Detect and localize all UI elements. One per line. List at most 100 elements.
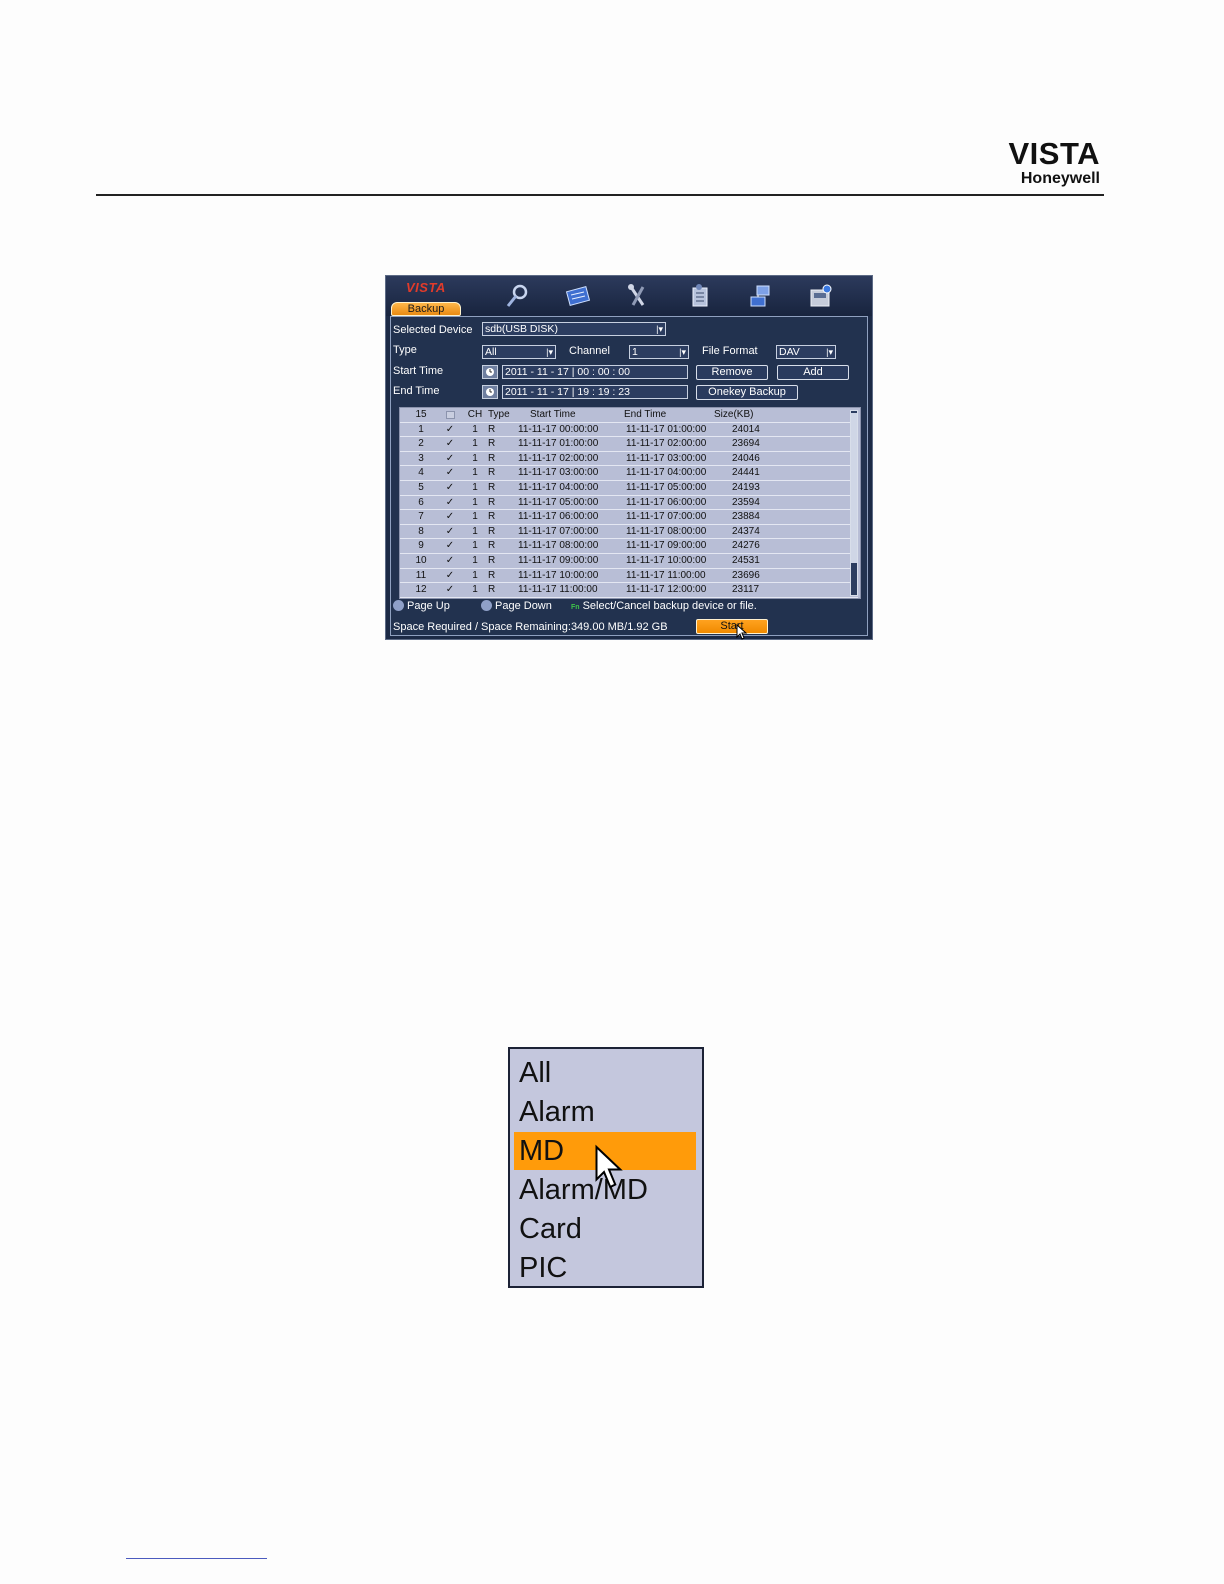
remove-button[interactable]: Remove xyxy=(696,365,768,380)
type-dropdown-list: All Alarm MD Alarm/MD Card PIC xyxy=(508,1047,704,1288)
clock-icon[interactable] xyxy=(482,365,498,379)
row-channel: 1 xyxy=(472,511,478,523)
row-number: 2 xyxy=(418,438,424,450)
file-format-value: DAV xyxy=(779,346,800,358)
table-row[interactable]: 8 ✓ 1 R 11-11-17 07:00:00 11-11-17 08:00:00 24… xyxy=(400,525,858,540)
clock-icon[interactable] xyxy=(482,385,498,399)
end-time-value: 2011 - 11 - 17 | 19 : 19 : 23 xyxy=(505,386,630,398)
page-down-icon xyxy=(481,600,492,611)
row-checkbox[interactable]: ✓ xyxy=(444,496,456,510)
table-row[interactable]: 6 ✓ 1 R 11-11-17 05:00:00 11-11-17 06:00:00 23… xyxy=(400,496,858,511)
dropdown-option[interactable]: MD xyxy=(514,1132,696,1170)
end-time-input[interactable]: 2011 - 11 - 17 | 19 : 19 : 23 xyxy=(502,385,688,399)
row-type: R xyxy=(488,555,496,566)
file-format-select[interactable]: DAV |▾ xyxy=(776,345,836,359)
table-row[interactable]: 12 ✓ 1 R 11-11-17 11:00:00 11-11-17 12:00:00 2… xyxy=(400,583,858,598)
table-row[interactable]: 2 ✓ 1 R 11-11-17 01:00:00 11-11-17 02:00:00 23… xyxy=(400,437,858,452)
onekey-backup-button[interactable]: Onekey Backup xyxy=(696,385,798,400)
backup-panel: Selected Device sdb(USB DISK) |▾ Type Al… xyxy=(390,316,868,640)
table-row[interactable]: 7 ✓ 1 R 11-11-17 06:00:00 11-11-17 07:00:00 23… xyxy=(400,510,858,525)
scroll-thumb[interactable] xyxy=(851,413,857,563)
channel-select[interactable]: 1 |▾ xyxy=(629,345,689,359)
row-checkbox[interactable]: ✓ xyxy=(444,437,456,451)
row-checkbox[interactable]: ✓ xyxy=(444,583,456,597)
row-checkbox[interactable]: ✓ xyxy=(444,554,456,568)
table-row[interactable]: 9 ✓ 1 R 11-11-17 08:00:00 11-11-17 09:00:00 24… xyxy=(400,539,858,554)
row-size: 24441 xyxy=(732,467,760,479)
page-up-hint[interactable]: Page Up xyxy=(393,600,450,612)
table-row[interactable]: 1 ✓ 1 R 11-11-17 00:00:00 11-11-17 01:00:00 24… xyxy=(400,423,858,438)
row-channel: 1 xyxy=(472,423,478,435)
space-status: Space Required / Space Remaining:349.00 … xyxy=(393,621,668,633)
row-type: R xyxy=(488,511,496,523)
row-checkbox[interactable]: ✓ xyxy=(444,481,456,495)
row-type: R xyxy=(488,423,496,435)
settings-icon[interactable] xyxy=(686,282,714,310)
row-channel: 1 xyxy=(472,438,478,450)
row-checkbox[interactable]: ✓ xyxy=(444,510,456,524)
table-row[interactable]: 3 ✓ 1 R 11-11-17 02:00:00 11-11-17 03:00:00 24… xyxy=(400,452,858,467)
row-checkbox[interactable]: ✓ xyxy=(444,539,456,553)
row-checkbox[interactable]: ✓ xyxy=(444,466,456,480)
row-number: 3 xyxy=(418,452,424,464)
table-row[interactable]: 10 ✓ 1 R 11-11-17 09:00:00 11-11-17 10:00:00 2… xyxy=(400,554,858,569)
dropdown-option[interactable]: PIC xyxy=(514,1249,696,1287)
backup-icon[interactable] xyxy=(806,282,834,310)
dropdown-option[interactable]: Alarm/MD xyxy=(514,1171,696,1209)
row-checkbox[interactable]: ✓ xyxy=(444,569,456,583)
type-header: Type xyxy=(488,409,510,420)
row-start-time: 11-11-17 02:00:00 xyxy=(518,452,599,464)
tab-backup[interactable]: Backup xyxy=(391,302,461,316)
file-format-label: File Format xyxy=(702,345,758,357)
row-number: 11 xyxy=(415,569,427,581)
search-icon[interactable] xyxy=(504,282,532,310)
page-up-icon xyxy=(393,600,404,611)
row-end-time: 11-11-17 03:00:00 xyxy=(626,452,707,464)
start-time-header: Start Time xyxy=(530,409,576,420)
selected-device-select[interactable]: sdb(USB DISK) |▾ xyxy=(482,322,666,336)
tools-icon[interactable] xyxy=(624,282,652,310)
dropdown-option[interactable]: All xyxy=(514,1054,696,1092)
row-end-time: 11-11-17 12:00:00 xyxy=(626,584,707,596)
row-size: 24531 xyxy=(732,555,760,566)
file-table: 15 CH Type Start Time End Time Size(KB) … xyxy=(399,407,861,599)
row-type: R xyxy=(488,569,496,581)
select-all-checkbox[interactable] xyxy=(446,411,455,419)
header-rule xyxy=(96,194,1104,196)
row-end-time: 11-11-17 06:00:00 xyxy=(626,496,707,508)
brand-vista: VISTA xyxy=(1008,136,1100,171)
end-time-header: End Time xyxy=(624,409,667,420)
dropdown-option[interactable]: Alarm xyxy=(514,1093,696,1131)
row-start-time: 11-11-17 09:00:00 xyxy=(518,555,599,566)
add-button[interactable]: Add xyxy=(777,365,849,380)
row-type: R xyxy=(488,452,496,464)
row-checkbox[interactable]: ✓ xyxy=(444,525,456,539)
page-down-hint[interactable]: Page Down xyxy=(481,600,552,612)
brand-honeywell: Honeywell xyxy=(1020,170,1100,187)
chevron-down-icon: |▾ xyxy=(679,347,686,357)
start-time-input[interactable]: 2011 - 11 - 17 | 00 : 00 : 00 xyxy=(502,365,688,379)
network-icon[interactable] xyxy=(746,282,774,310)
table-row[interactable]: 5 ✓ 1 R 11-11-17 04:00:00 11-11-17 05:00:00 24… xyxy=(400,481,858,496)
record-icon[interactable] xyxy=(564,282,592,310)
start-time-label: Start Time xyxy=(393,365,444,377)
start-button[interactable]: Start xyxy=(696,619,768,634)
row-size: 23594 xyxy=(732,496,760,508)
row-checkbox[interactable]: ✓ xyxy=(444,452,456,466)
row-type: R xyxy=(488,584,496,596)
ch-header: CH xyxy=(467,409,483,420)
selected-device-label: Selected Device xyxy=(393,324,473,336)
scrollbar[interactable] xyxy=(850,410,858,596)
table-row[interactable]: 11 ✓ 1 R 11-11-17 10:00:00 11-11-17 11:00:00 2… xyxy=(400,569,858,584)
row-size: 23117 xyxy=(732,584,760,596)
row-start-time: 11-11-17 10:00:00 xyxy=(518,569,599,581)
row-type: R xyxy=(488,525,496,537)
type-label: Type xyxy=(393,344,417,356)
row-checkbox[interactable]: ✓ xyxy=(444,423,456,437)
type-select[interactable]: All |▾ xyxy=(482,345,556,359)
dropdown-option[interactable]: Card xyxy=(514,1210,696,1248)
row-type: R xyxy=(488,482,496,493)
row-start-time: 11-11-17 06:00:00 xyxy=(518,511,599,523)
row-number: 4 xyxy=(418,467,424,479)
table-row[interactable]: 4 ✓ 1 R 11-11-17 03:00:00 11-11-17 04:00:00 24… xyxy=(400,466,858,481)
